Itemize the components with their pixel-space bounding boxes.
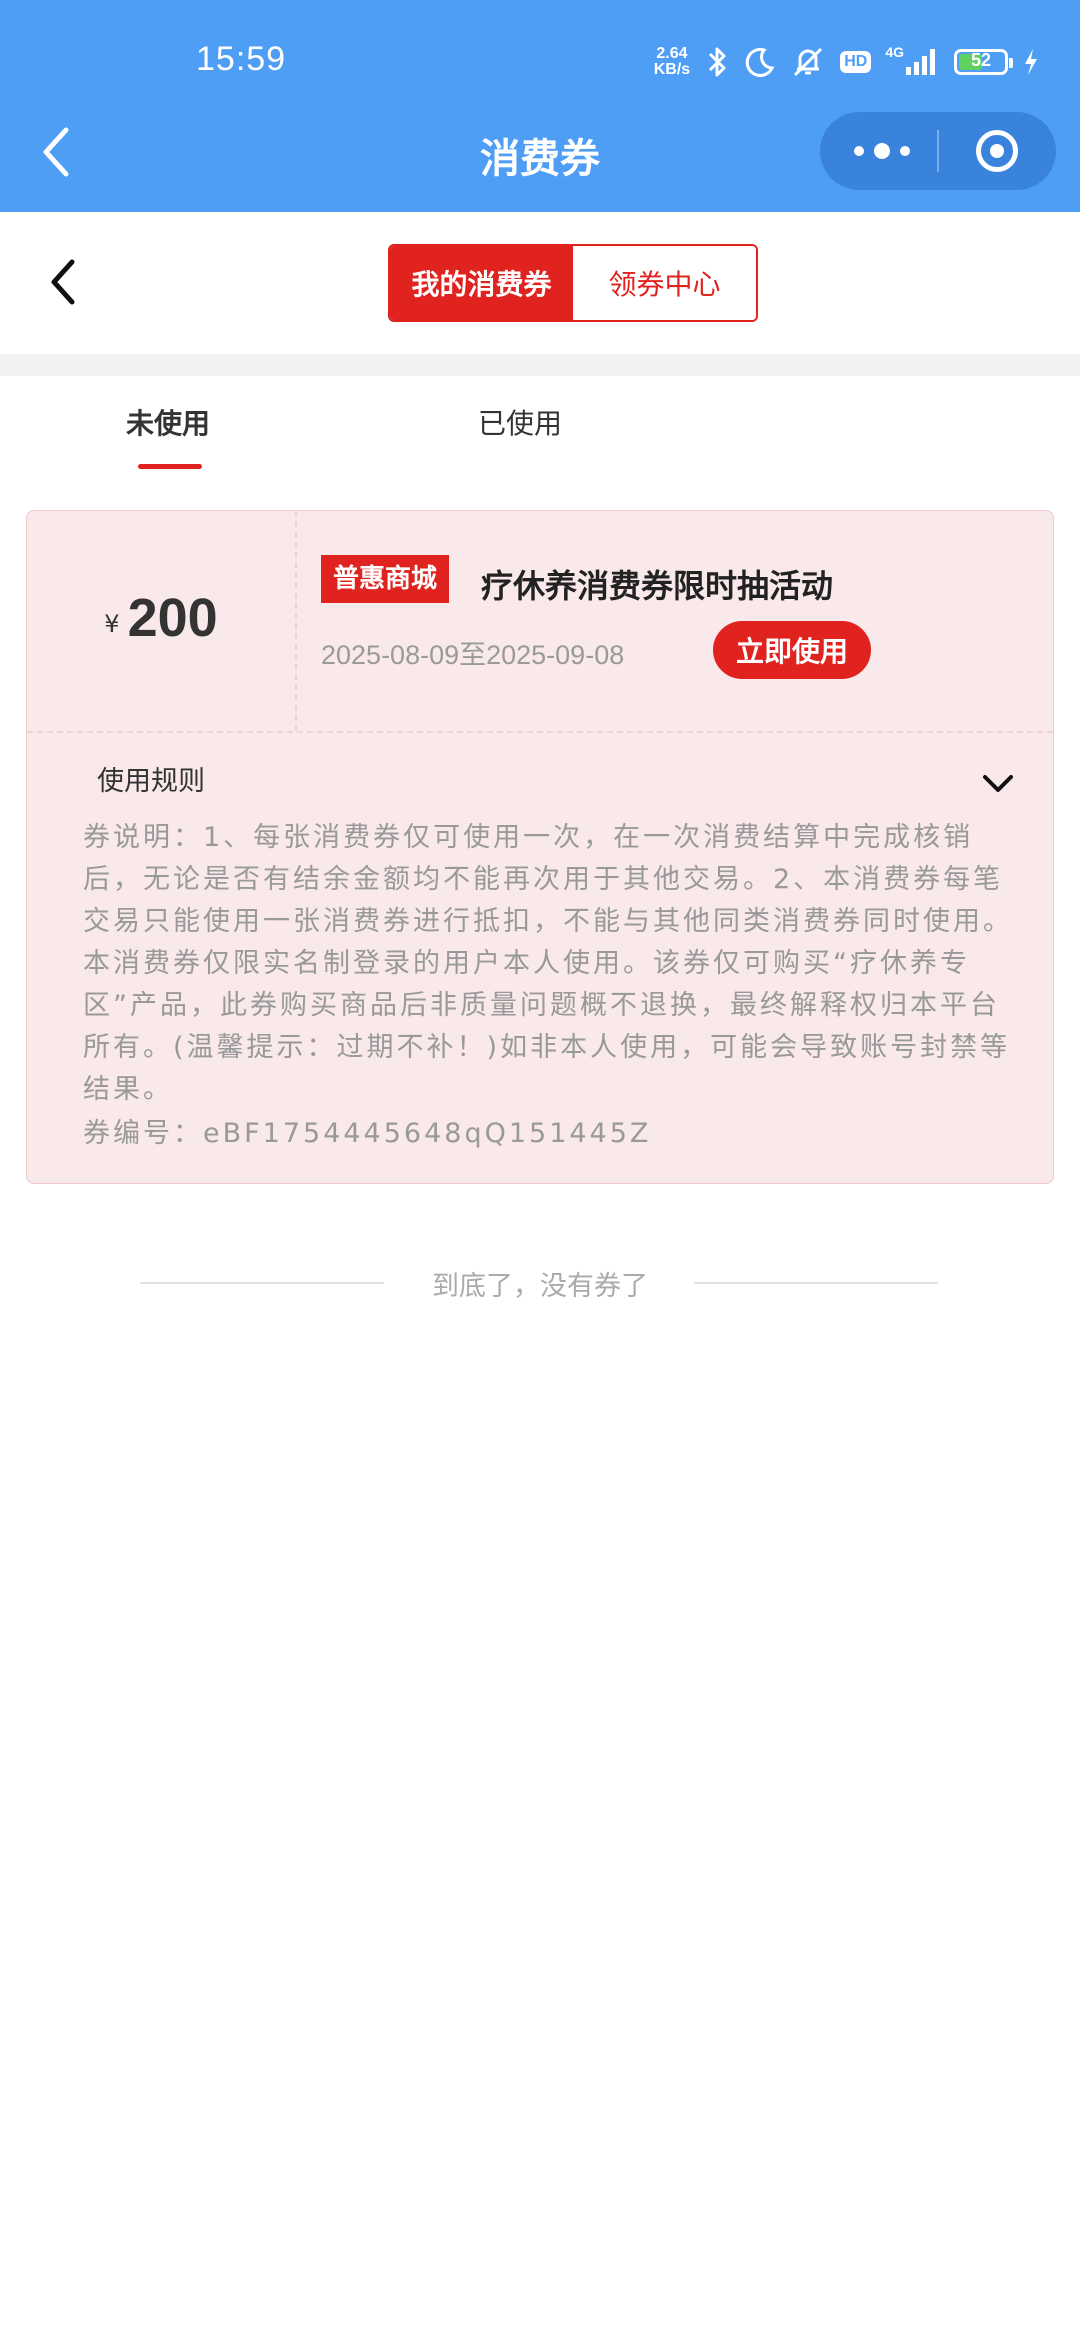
amount-value: 200 [127,588,218,648]
do-not-disturb-moon-icon [744,46,776,78]
network-speed-value: 2.64 [656,45,688,62]
close-target-icon[interactable] [976,130,1018,172]
tab-coupon-center[interactable]: 领券中心 [573,246,756,320]
more-dots-icon[interactable] [854,112,910,190]
tab-used[interactable]: 已使用 [478,402,562,442]
network-speed-unit: KB/s [653,61,691,78]
coupon-amount: ¥200 [27,587,295,649]
battery-level: 52 [970,50,992,70]
coupon-card: ¥200 普惠商城 疗休养消费券限时抽活动 2025-08-09至2025-09… [26,510,1054,1184]
miniprogram-capsule [820,112,1056,190]
battery-icon: 52 [954,49,1013,75]
tab-unused[interactable]: 未使用 [126,402,210,442]
mute-bell-icon [790,45,826,79]
coupon-title: 疗休养消费券限时抽活动 [481,567,834,605]
rules-toggle[interactable] [981,773,1015,795]
bluetooth-icon [704,45,730,79]
chevron-left-icon [51,259,75,305]
card-dashed-divider [27,731,1053,733]
use-now-button[interactable]: 立即使用 [713,621,871,679]
status-time: 15:59 [196,40,287,78]
signal-icon: 4G [885,44,940,77]
active-tab-indicator [138,464,202,469]
top-header: 15:59 2.64 KB/s HD 4G 52 消费券 [0,0,1080,212]
capsule-divider [937,130,939,172]
tab-my-coupons[interactable]: 我的消费券 [390,246,573,320]
coupon-validity-dates: 2025-08-09至2025-09-08 [321,640,625,670]
hd-badge: HD [840,51,872,73]
page-back-button[interactable] [44,256,84,308]
rules-description: 券说明：1、每张消费券仅可使用一次，在一次消费结算中完成核销后，无论是否有结余金… [83,822,1013,1105]
status-icons: 2.64 KB/s HD 4G 52 [654,42,1040,82]
network-speed: 2.64 KB/s [654,46,690,78]
shop-tag: 普惠商城 [321,555,450,603]
currency-symbol: ¥ [104,610,120,638]
rules-heading: 使用规则 [97,766,205,797]
coupon-segment-control: 我的消费券 领券中心 [388,244,758,322]
chevron-down-icon [983,775,1013,792]
charging-bolt-icon [1022,47,1040,77]
card-vertical-divider [295,511,297,731]
signal-label: 4G [885,44,904,60]
battery-nub [1009,58,1013,68]
end-divider-right [694,1282,938,1284]
section-divider [0,354,1080,376]
coupon-code: 券编号：eBF1754445648qQ151445Z [83,1118,652,1149]
